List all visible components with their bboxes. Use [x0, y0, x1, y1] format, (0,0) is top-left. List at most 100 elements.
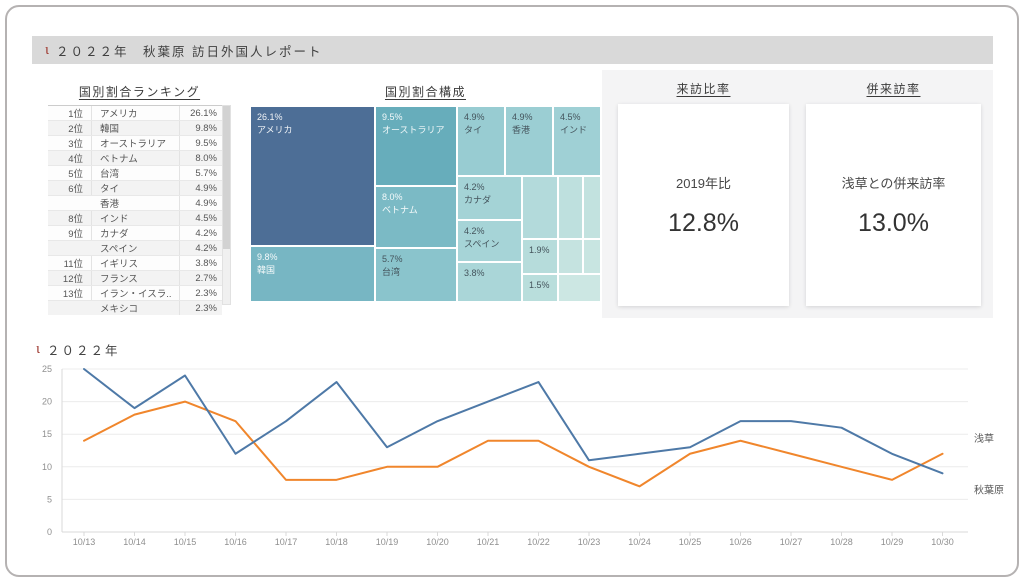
treemap-cell[interactable]: 1.5% — [522, 274, 558, 302]
x-axis-tick-label: 10/28 — [830, 537, 853, 547]
x-axis-tick-label: 10/29 — [881, 537, 904, 547]
x-axis-tick-label: 10/19 — [376, 537, 399, 547]
x-axis-tick-label: 10/25 — [679, 537, 702, 547]
country-cell: カナダ — [92, 226, 180, 240]
section-title-co-visit: 併来訪率 — [806, 80, 981, 97]
treemap-cell[interactable]: 3.8% — [457, 262, 522, 302]
treemap-cell-percent: 4.9% — [512, 111, 552, 124]
percent-cell: 5.7% — [180, 168, 222, 179]
x-axis-tick-label: 10/18 — [325, 537, 348, 547]
table-row[interactable]: 12位フランス2.7% — [48, 271, 222, 286]
kpi-card-visit-ratio: 2019年比 12.8% — [618, 104, 789, 306]
x-axis-tick-label: 10/23 — [578, 537, 601, 547]
y-axis-tick-label: 15 — [42, 429, 52, 439]
treemap: 26.1%アメリカ9.8%韓国 9.5%オーストラリア8.0%ベトナム5.7%台湾… — [250, 106, 601, 302]
country-cell: 台湾 — [92, 166, 180, 180]
x-axis-tick-label: 10/15 — [174, 537, 197, 547]
rank-cell: 12位 — [48, 271, 92, 285]
section-title-visit-ratio: 来訪比率 — [618, 80, 789, 97]
treemap-cell[interactable]: 9.5%オーストラリア — [375, 106, 457, 186]
rank-cell: 13位 — [48, 286, 92, 300]
treemap-cell[interactable] — [558, 176, 583, 239]
rank-cell: 8位 — [48, 211, 92, 225]
ranking-scrollbar[interactable] — [222, 105, 231, 305]
y-axis-tick-label: 0 — [47, 527, 52, 537]
treemap-cell-label: スペイン — [464, 238, 521, 251]
table-row[interactable]: 8位インド4.5% — [48, 211, 222, 226]
series-line-秋葉原[interactable] — [84, 369, 943, 473]
scrollbar-thumb[interactable] — [223, 106, 230, 249]
country-cell: タイ — [92, 181, 180, 195]
treemap-cell[interactable] — [558, 274, 601, 302]
treemap-cell-percent: 8.0% — [382, 191, 456, 204]
treemap-cell[interactable] — [522, 176, 558, 239]
treemap-cell[interactable]: 4.2%スペイン — [457, 220, 522, 262]
treemap-cell[interactable] — [583, 176, 601, 239]
treemap-cell-percent: 1.5% — [529, 279, 557, 292]
table-row[interactable]: 2位韓国9.8% — [48, 121, 222, 136]
table-row[interactable]: 3位オーストラリア9.5% — [48, 136, 222, 151]
treemap-cell[interactable]: 8.0%ベトナム — [375, 186, 457, 248]
table-row[interactable]: 11位イギリス3.8% — [48, 256, 222, 271]
treemap-cell-label: 香港 — [512, 124, 552, 137]
treemap-cell[interactable]: 1.9% — [522, 239, 558, 274]
percent-cell: 2.3% — [180, 303, 222, 314]
percent-cell: 4.5% — [180, 213, 222, 224]
country-cell: ベトナム — [92, 151, 180, 165]
table-row[interactable]: スペイン4.2% — [48, 241, 222, 256]
x-axis-tick-label: 10/13 — [73, 537, 96, 547]
ranking-rows: 1位アメリカ26.1%2位韓国9.8%3位オーストラリア9.5%4位ベトナム8.… — [48, 105, 222, 305]
table-row[interactable]: 香港4.9% — [48, 196, 222, 211]
line-chart: 051015202510/1310/1410/1510/1610/1710/18… — [0, 350, 1024, 560]
y-axis-tick-label: 10 — [42, 462, 52, 472]
country-cell: イギリス — [92, 256, 180, 270]
series-label: 浅草 — [974, 432, 994, 445]
treemap-cell-label: カナダ — [464, 194, 521, 207]
treemap-cell-percent: 26.1% — [257, 111, 374, 124]
treemap-cell-percent: 4.5% — [560, 111, 600, 124]
kpi-value: 13.0% — [858, 209, 929, 238]
dashboard: ι ２０２２年 秋葉原 訪日外国人レポート 国別割合ランキング 国別割合構成 来… — [0, 0, 1024, 582]
percent-cell: 4.9% — [180, 183, 222, 194]
table-row[interactable]: 5位台湾5.7% — [48, 166, 222, 181]
country-cell: オーストラリア — [92, 136, 180, 150]
report-header: ι ２０２２年 秋葉原 訪日外国人レポート — [32, 36, 993, 64]
treemap-cell-percent: 5.7% — [382, 253, 456, 266]
treemap-cell-percent: 9.5% — [382, 111, 456, 124]
treemap-cell[interactable]: 4.5%インド — [553, 106, 601, 176]
treemap-cell[interactable]: 4.9%タイ — [457, 106, 505, 176]
rank-cell: 9位 — [48, 226, 92, 240]
x-axis-tick-label: 10/26 — [729, 537, 752, 547]
table-row[interactable]: 1位アメリカ26.1% — [48, 106, 222, 121]
rank-cell: 5位 — [48, 166, 92, 180]
x-axis-tick-label: 10/20 — [426, 537, 449, 547]
country-cell: インド — [92, 211, 180, 225]
section-title-treemap: 国別割合構成 — [250, 83, 601, 100]
treemap-cell[interactable]: 9.8%韓国 — [250, 246, 375, 302]
treemap-cell[interactable]: 4.9%香港 — [505, 106, 553, 176]
treemap-cell[interactable]: 5.7%台湾 — [375, 248, 457, 302]
y-axis-tick-label: 25 — [42, 364, 52, 374]
treemap-cell[interactable]: 26.1%アメリカ — [250, 106, 375, 246]
treemap-cell[interactable]: 4.2%カナダ — [457, 176, 522, 220]
x-axis-tick-label: 10/14 — [123, 537, 146, 547]
table-row[interactable]: 4位ベトナム8.0% — [48, 151, 222, 166]
rank-cell: 3位 — [48, 136, 92, 150]
series-line-浅草[interactable] — [84, 402, 943, 487]
kpi-label: 浅草との併来訪率 — [842, 173, 946, 192]
table-row[interactable]: 6位タイ4.9% — [48, 181, 222, 196]
table-row[interactable]: メキシコ2.3% — [48, 301, 222, 315]
percent-cell: 2.7% — [180, 273, 222, 284]
rank-cell: 11位 — [48, 256, 92, 270]
treemap-cell[interactable] — [583, 239, 601, 274]
table-row[interactable]: 13位イラン・イスラ..2.3% — [48, 286, 222, 301]
rank-cell: 4位 — [48, 151, 92, 165]
country-cell: フランス — [92, 271, 180, 285]
report-title: ２０２２年 秋葉原 訪日外国人レポート — [56, 41, 322, 60]
x-axis-tick-label: 10/24 — [628, 537, 651, 547]
percent-cell: 4.2% — [180, 243, 222, 254]
treemap-cell-label: タイ — [464, 124, 504, 137]
treemap-cell-label: インド — [560, 124, 600, 137]
treemap-cell[interactable] — [558, 239, 583, 274]
table-row[interactable]: 9位カナダ4.2% — [48, 226, 222, 241]
